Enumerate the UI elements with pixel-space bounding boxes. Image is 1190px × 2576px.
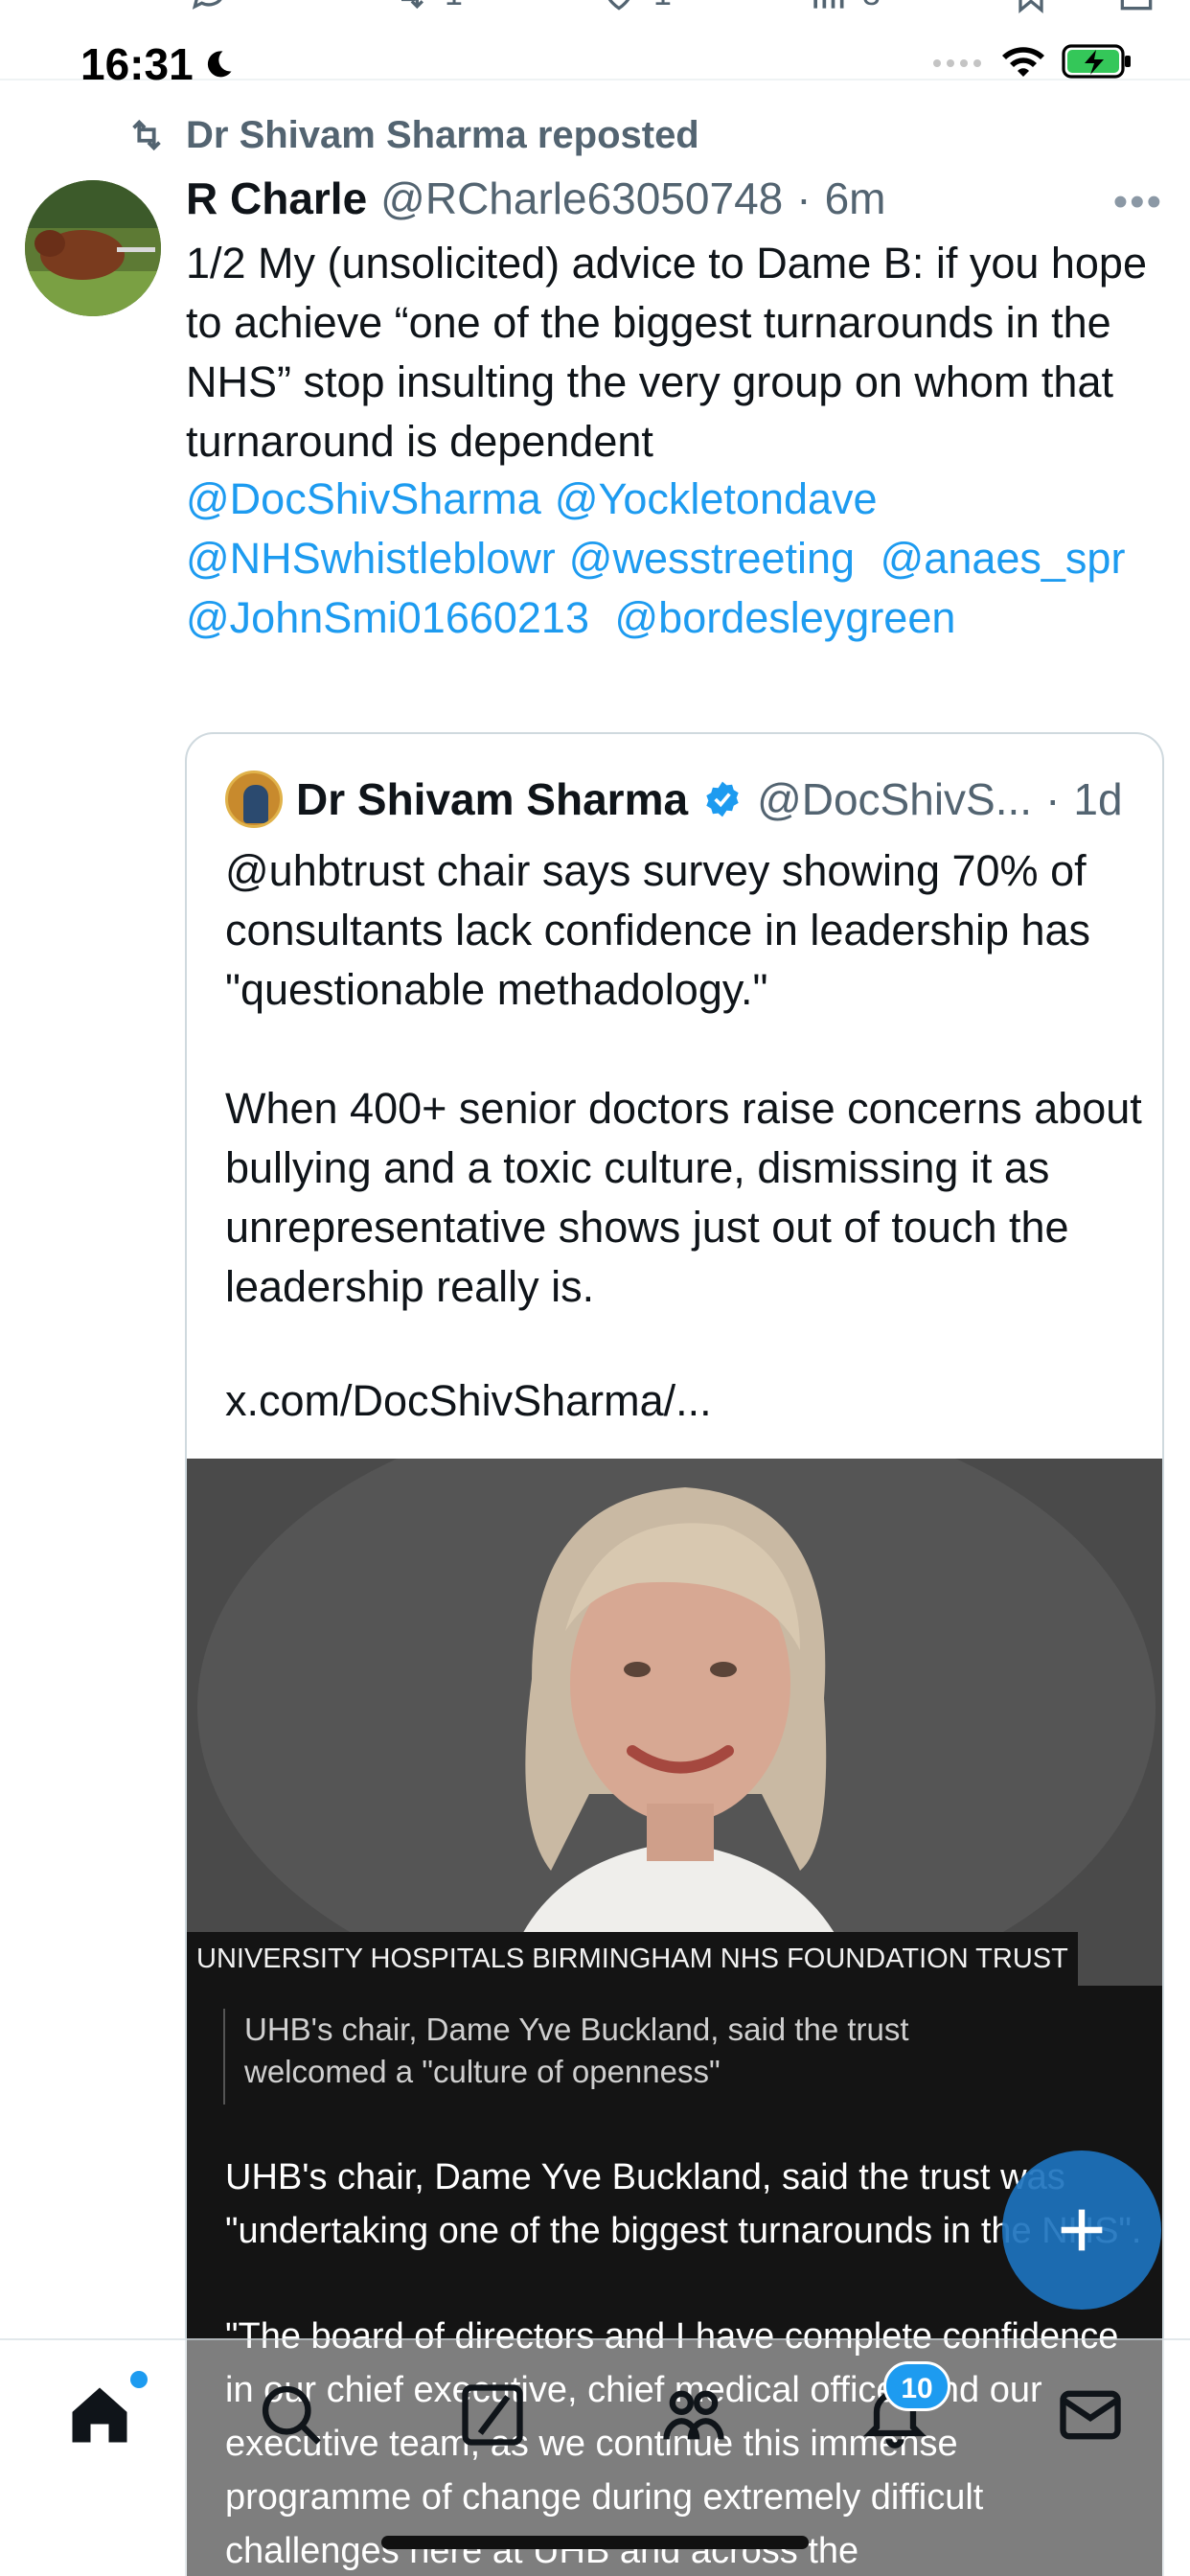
heart-icon xyxy=(607,0,630,11)
wifi-icon xyxy=(1002,47,1044,77)
author-handle[interactable]: @RCharle63050748 xyxy=(380,172,783,224)
like-button[interactable]: 1 xyxy=(598,0,672,15)
bookmark-icon xyxy=(1018,0,1043,14)
battery-charging-icon xyxy=(1062,44,1131,79)
signal-icon xyxy=(933,59,981,67)
bookmark-button[interactable] xyxy=(1010,0,1052,15)
home-icon xyxy=(72,2387,127,2443)
avatar[interactable] xyxy=(25,180,161,316)
mail-icon xyxy=(1060,2390,1121,2440)
nav-notifications[interactable]: 10 xyxy=(858,2361,950,2455)
moon-icon xyxy=(207,51,232,78)
quoted-paragraph: @uhbtrust chair says survey showing 70% … xyxy=(225,846,1091,1014)
communities-icon xyxy=(663,2390,724,2440)
compose-button[interactable] xyxy=(1002,2150,1161,2310)
retweet-icon xyxy=(401,0,424,10)
quoted-text: @uhbtrust chair says survey showing 70% … xyxy=(225,841,1145,1376)
share-icon xyxy=(1120,0,1153,11)
notifications-badge: 10 xyxy=(883,2361,950,2411)
views-button[interactable]: 3 xyxy=(807,0,881,15)
search-icon xyxy=(262,2385,321,2445)
image-caption: UNIVERSITY HOSPITALS BIRMINGHAM NHS FOUN… xyxy=(187,1932,1078,1986)
like-count: 1 xyxy=(653,0,672,13)
mention-link[interactable]: @Yockletondave xyxy=(555,470,878,529)
mention-link[interactable]: @JohnSmi01660213 xyxy=(186,588,589,648)
home-indicator[interactable] xyxy=(381,2536,809,2549)
article-photo[interactable] xyxy=(187,1459,1162,1986)
quoted-author-handle: @DocShivS... xyxy=(757,774,1033,824)
retweet-count: 1 xyxy=(445,0,463,13)
mention-link[interactable]: @DocShivSharma xyxy=(186,470,541,529)
quoted-time: 1d xyxy=(1073,774,1123,824)
reply-button[interactable] xyxy=(188,0,230,15)
quoted-tweet-card[interactable]: Dr Shivam Sharma @DocShivS... · 1d @uhbt… xyxy=(185,732,1164,2576)
plus-icon xyxy=(1061,2209,1103,2251)
retweet-button[interactable]: 1 xyxy=(389,0,463,15)
separator-dot: · xyxy=(1045,774,1061,824)
quoted-avatar[interactable] xyxy=(225,770,283,828)
nav-home[interactable] xyxy=(63,2371,148,2455)
avatar-image xyxy=(25,180,161,316)
grok-icon xyxy=(462,2384,523,2446)
tweet-author[interactable]: R Charle @RCharle63050748 · 6m xyxy=(186,172,886,224)
tweet-time[interactable]: 6m xyxy=(825,172,886,224)
separator-dot: · xyxy=(796,173,812,223)
quoted-paragraph: When 400+ senior doctors raise concerns … xyxy=(225,1084,1142,1311)
quoted-author[interactable]: Dr Shivam Sharma @DocShivS... · 1d xyxy=(225,770,1123,828)
tweet-text: 1/2 My (unsolicited) advice to Dame B: i… xyxy=(186,239,1147,466)
author-name[interactable]: R Charle xyxy=(186,172,367,224)
mention-link[interactable]: @NHSwhistleblowr xyxy=(186,529,556,588)
nav-communities[interactable] xyxy=(657,2379,734,2455)
repost-icon xyxy=(132,119,161,151)
repost-header[interactable]: Dr Shivam Sharma reposted xyxy=(125,113,699,157)
clock-text: 16:31 xyxy=(80,39,194,89)
more-options-icon[interactable]: ••• xyxy=(1113,178,1163,226)
verified-badge-icon xyxy=(706,781,739,817)
nav-messages[interactable] xyxy=(1054,2379,1131,2455)
mention-link[interactable]: @wesstreeting xyxy=(569,529,855,588)
status-bar-indicators xyxy=(931,42,1134,80)
views-icon xyxy=(813,0,844,9)
reply-icon xyxy=(192,0,222,10)
pull-quote-rule xyxy=(223,2009,225,2104)
mention-link[interactable]: @anaes_spr xyxy=(881,529,1126,588)
status-bar-time: 16:31 xyxy=(80,38,236,90)
views-count: 3 xyxy=(862,0,881,13)
new-posts-dot xyxy=(130,2371,148,2388)
portrait-image xyxy=(187,1459,1162,1986)
tweet-mentions: @DocShivSharma @Yockletondave @NHSwhistle… xyxy=(186,470,1163,648)
nav-grok[interactable] xyxy=(456,2379,533,2455)
pull-quote: UHB's chair, Dame Yve Buckland, said the… xyxy=(244,2012,909,2089)
share-button[interactable] xyxy=(1115,0,1157,15)
mention-link[interactable]: @bordesleygreen xyxy=(615,588,956,648)
quoted-link[interactable]: x.com/DocShivSharma/... xyxy=(225,1376,712,1426)
nav-search[interactable] xyxy=(255,2379,332,2455)
repost-label: Dr Shivam Sharma reposted xyxy=(186,113,699,156)
quoted-author-name: Dr Shivam Sharma xyxy=(296,774,689,824)
